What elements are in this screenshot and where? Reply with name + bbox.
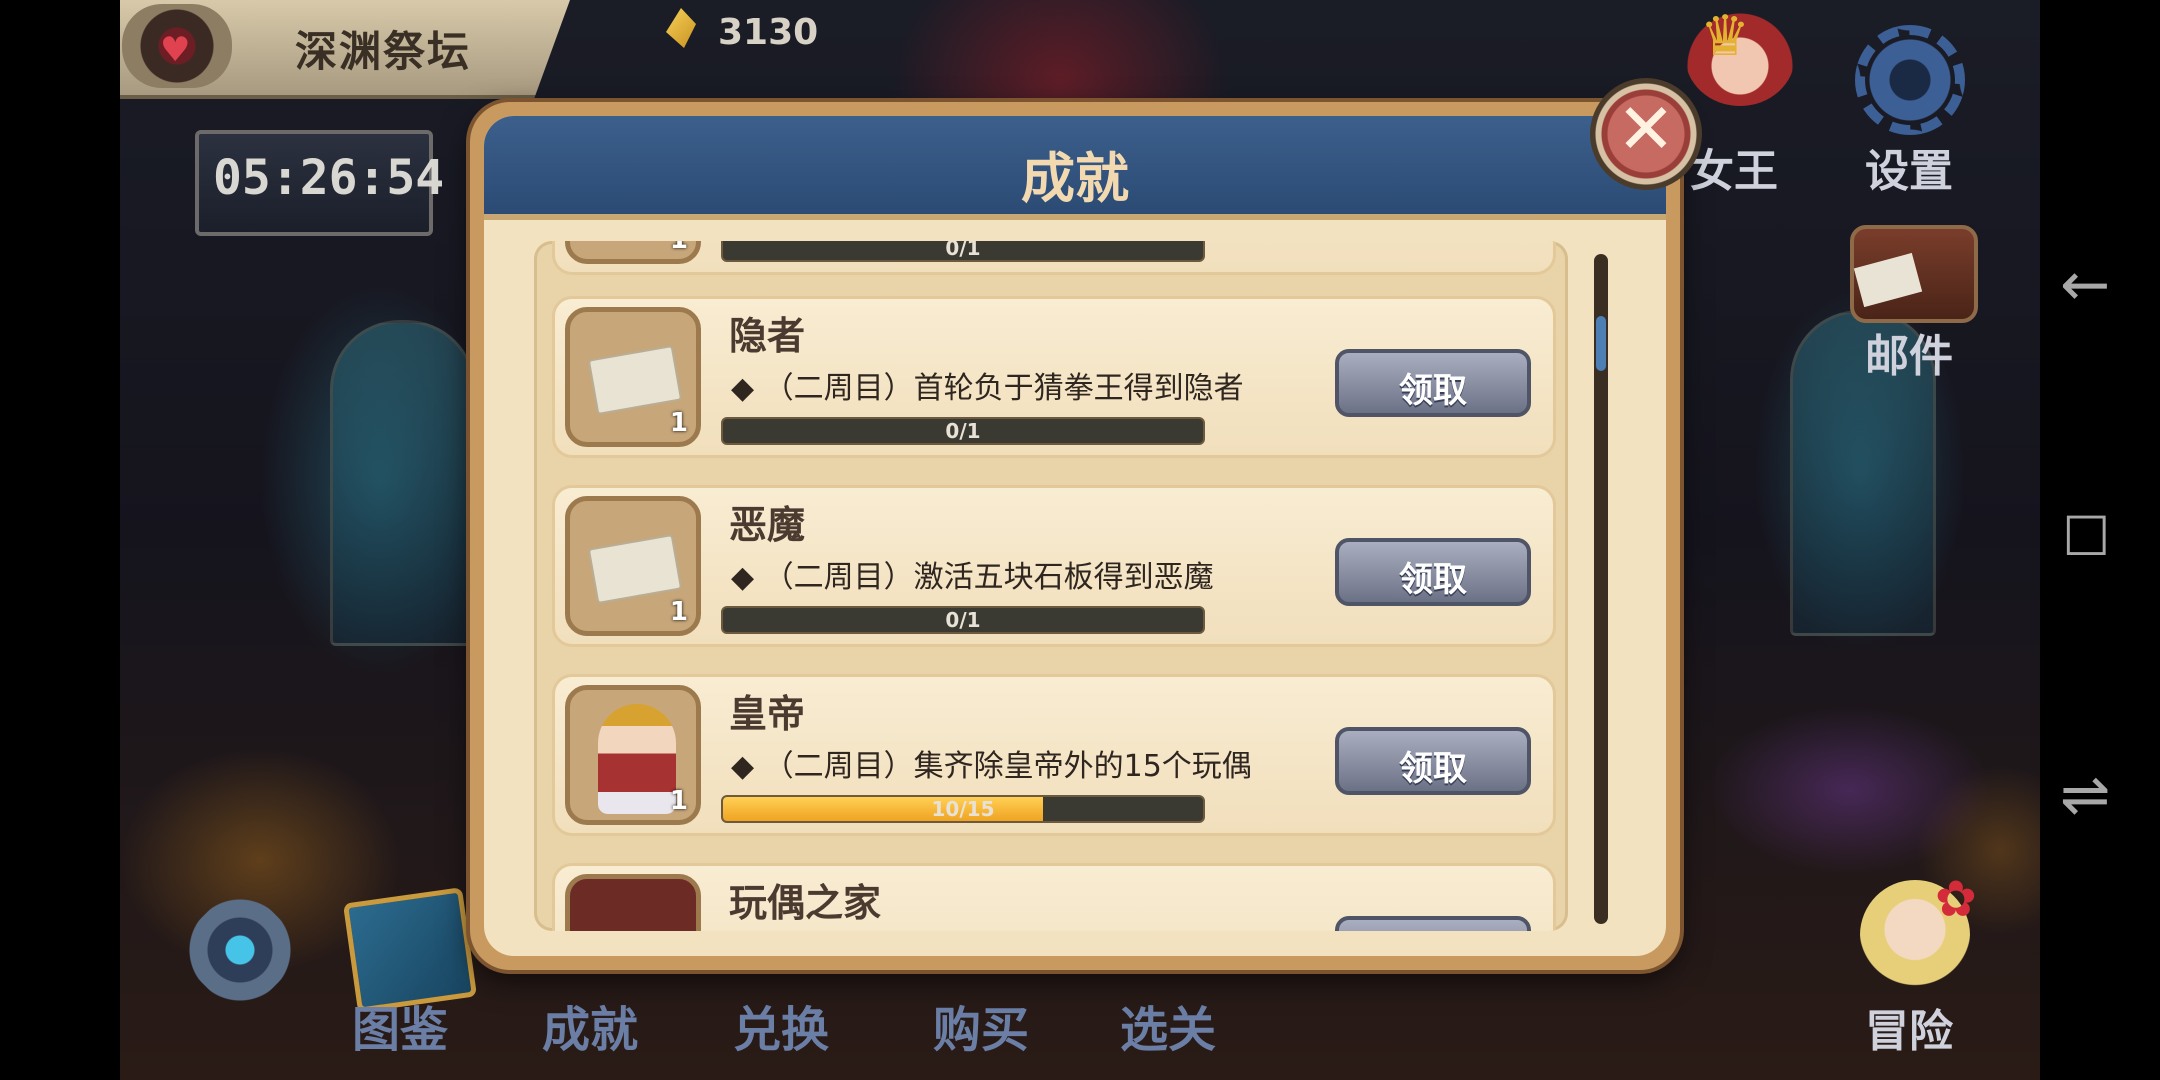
- progress-bar: 10/15: [721, 795, 1205, 823]
- achievement-description: ◆ （二周目）集齐除皇帝外的15个玩偶: [731, 749, 1252, 784]
- progress-text: 0/1: [945, 241, 981, 260]
- close-button[interactable]: ✕: [1590, 78, 1702, 190]
- page-title: 深渊祭坛: [295, 27, 472, 76]
- left-letterbox: [0, 0, 120, 1080]
- emperor-doll-icon: [598, 704, 676, 814]
- queen-label[interactable]: 女王: [1690, 135, 1778, 199]
- claim-button[interactable]: 领取: [1335, 727, 1531, 795]
- claim-label: 领取: [1399, 560, 1467, 600]
- progress-bar: 0/1: [721, 606, 1205, 634]
- close-icon: ✕: [1616, 88, 1676, 170]
- reward-count: 1: [669, 786, 688, 816]
- heart-icon: ♥: [160, 30, 191, 70]
- progress-text: 0/1: [945, 419, 981, 443]
- achievement-name: 隐者: [729, 314, 806, 358]
- claim-button[interactable]: 领取: [1335, 538, 1531, 606]
- claim-label: 领取: [1399, 371, 1467, 411]
- achievement-name: 皇帝: [729, 692, 806, 736]
- reward-count: 1: [669, 597, 688, 627]
- progress-text: 10/15: [931, 797, 995, 821]
- claim-label: 领取: [1399, 749, 1467, 789]
- settings-label[interactable]: 设置: [1865, 135, 1953, 199]
- countdown-timer: 05:26:54: [213, 150, 445, 206]
- claim-button[interactable]: 领取: [1335, 349, 1531, 417]
- ticket-icon: [587, 533, 683, 605]
- reward-thumbnail: 1: [565, 307, 701, 447]
- achievement-list[interactable]: 1 0/1 1 隐者 ◆ （二周目）首轮负于猜拳王得到隐者 0/1: [534, 241, 1568, 931]
- modal-body: 成就 1 0/1 1 隐者 ◆ （二周目）首轮负于猜拳王得到: [484, 116, 1666, 956]
- progress-bar: 0/1: [721, 417, 1205, 445]
- list-item: 1 隐者 ◆ （二周目）首轮负于猜拳王得到隐者 0/1 领取: [552, 296, 1556, 458]
- claim-button[interactable]: [1335, 916, 1531, 931]
- achievements-button[interactable]: 成就: [542, 990, 638, 1060]
- background-window-left: [330, 320, 476, 646]
- reward-thumbnail: [565, 874, 701, 931]
- adventure-label[interactable]: 冒险: [1865, 995, 1953, 1059]
- modal-header: 成就: [484, 116, 1666, 220]
- exchange-button[interactable]: 兑换: [733, 990, 829, 1060]
- codex-button[interactable]: 图鉴: [352, 990, 448, 1060]
- list-item: 1 恶魔 ◆ （二周目）激活五块石板得到恶魔 0/1 领取: [552, 485, 1556, 647]
- currency-count: 3130: [718, 12, 819, 53]
- recents-icon[interactable]: ☐: [2062, 505, 2110, 568]
- progress-text: 0/1: [945, 608, 981, 632]
- select-level-button[interactable]: 选关: [1120, 990, 1216, 1060]
- back-icon[interactable]: ←: [2060, 250, 2110, 320]
- ticket-icon: [587, 344, 683, 416]
- scrollbar-thumb[interactable]: [1596, 316, 1606, 371]
- reward-thumbnail: 1: [565, 496, 701, 636]
- modal-title: 成就: [1021, 147, 1129, 210]
- achievement-name: 玩偶之家: [729, 881, 882, 925]
- gear-icon[interactable]: [1855, 25, 1965, 135]
- achievement-description: ◆ （二周目）首轮负于猜拳王得到隐者: [731, 371, 1244, 406]
- progress-bar: 0/1: [721, 241, 1205, 262]
- achievements-modal: 成就 1 0/1 1 隐者 ◆ （二周目）首轮负于猜拳王得到: [470, 102, 1680, 970]
- mail-label[interactable]: 邮件: [1865, 320, 1953, 384]
- ribbon-icon: ✿: [1935, 870, 1977, 928]
- buy-button[interactable]: 购买: [933, 990, 1029, 1060]
- list-item: 玩偶之家: [552, 863, 1556, 931]
- crown-icon: ♛: [1700, 4, 1751, 69]
- list-item: 1 0/1: [552, 241, 1556, 275]
- achievement-description: ◆ （二周目）激活五块石板得到恶魔: [731, 560, 1214, 595]
- switch-icon[interactable]: ⇌: [2060, 760, 2110, 830]
- reward-thumbnail: 1: [565, 241, 701, 264]
- reward-count: 1: [669, 408, 688, 438]
- reward-count: 1: [670, 241, 688, 255]
- achievement-name: 恶魔: [729, 503, 806, 547]
- reward-thumbnail: 1: [565, 685, 701, 825]
- list-item: 1 皇帝 ◆ （二周目）集齐除皇帝外的15个玩偶 10/15 领取: [552, 674, 1556, 836]
